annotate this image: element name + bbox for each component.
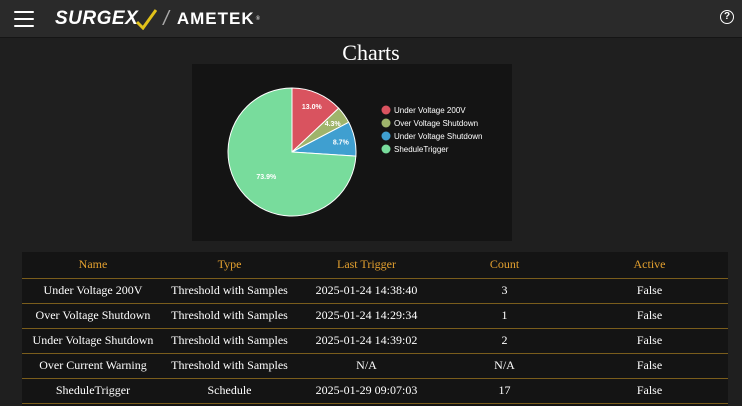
cell-last-trigger: 2025-01-24 14:38:40 [295, 278, 438, 304]
legend-swatch [381, 144, 391, 154]
column-header-count: Count [438, 252, 571, 279]
table-header-row: Name Type Last Trigger Count Active [22, 252, 728, 279]
cell-last-trigger: N/A [295, 353, 438, 379]
pie-chart: 13.0%4.3%8.7%73.9%Under Voltage 200VOver… [227, 87, 483, 217]
legend-label[interactable]: SheduleTrigger [394, 145, 449, 154]
cell-type: Threshold with Samples [164, 328, 295, 354]
cell-active: False [571, 378, 728, 404]
cell-name: SheduleTrigger [22, 378, 164, 404]
registered-mark: ® [255, 16, 261, 22]
cell-count: 3 [438, 278, 571, 304]
pie-slice-label: 73.9% [256, 174, 277, 181]
cell-name: Over Current Warning [22, 353, 164, 379]
cell-last-trigger: 2025-01-29 09:07:03 [295, 378, 438, 404]
table-row[interactable]: Under Voltage Shutdown Threshold with Sa… [22, 328, 728, 354]
cell-type: Threshold with Samples [164, 303, 295, 329]
legend-label[interactable]: Over Voltage Shutdown [394, 119, 478, 128]
cell-active: False [571, 303, 728, 329]
cell-active: False [571, 353, 728, 379]
legend-swatch [381, 131, 391, 141]
pie-chart-panel: 13.0% 4.3% 8.7% 73.9% Under Voltage 200V Over… [192, 64, 512, 241]
table-row[interactable]: Over Current Warning Threshold with Samp… [22, 353, 728, 379]
table-row[interactable]: Under Voltage 200V Threshold with Sample… [22, 278, 728, 304]
column-header-last-trigger: Last Trigger [295, 252, 438, 279]
ametek-logo-text: AMETEK [176, 9, 255, 28]
cell-count: 17 [438, 378, 571, 404]
legend-label[interactable]: Under Voltage 200V [394, 106, 466, 115]
cell-count: 2 [438, 328, 571, 354]
cell-last-trigger: 2025-01-24 14:39:02 [295, 328, 438, 354]
legend-swatch [381, 105, 391, 115]
column-header-name: Name [22, 252, 164, 279]
surgex-logo-text: SURGEX [55, 8, 139, 29]
pie-slice-label: 13.0% [302, 104, 323, 111]
triggers-table: Name Type Last Trigger Count Active Unde… [22, 252, 728, 404]
top-navigation-bar: SURGEX / AMETEK ® ? [0, 0, 742, 38]
surgex-check-mark-icon [136, 9, 158, 30]
cell-name: Over Voltage Shutdown [22, 303, 164, 329]
column-header-active: Active [571, 252, 728, 279]
cell-type: Threshold with Samples [164, 278, 295, 304]
column-header-type: Type [164, 252, 295, 279]
cell-name: Under Voltage Shutdown [22, 328, 164, 354]
legend-label[interactable]: Under Voltage Shutdown [394, 132, 483, 141]
cell-last-trigger: 2025-01-24 14:29:34 [295, 303, 438, 329]
brand-logo: SURGEX / AMETEK ® [55, 6, 260, 32]
cell-type: Threshold with Samples [164, 353, 295, 379]
cell-count: N/A [438, 353, 571, 379]
cell-active: False [571, 278, 728, 304]
cell-count: 1 [438, 303, 571, 329]
logo-divider: / [163, 7, 169, 30]
legend-swatch [381, 118, 391, 128]
page-title: Charts [342, 40, 400, 65]
table-row[interactable]: Over Voltage Shutdown Threshold with Sam… [22, 303, 728, 329]
cell-name: Under Voltage 200V [22, 278, 164, 304]
pie-slice-label: 8.7% [333, 140, 350, 147]
hamburger-icon[interactable] [14, 11, 34, 27]
triggers-table-container: Name Type Last Trigger Count Active Unde… [22, 252, 728, 406]
cell-type: Schedule [164, 378, 295, 404]
table-row[interactable]: SheduleTrigger Schedule 2025-01-29 09:07… [22, 378, 728, 404]
help-icon[interactable]: ? [720, 10, 734, 24]
cell-active: False [571, 328, 728, 354]
